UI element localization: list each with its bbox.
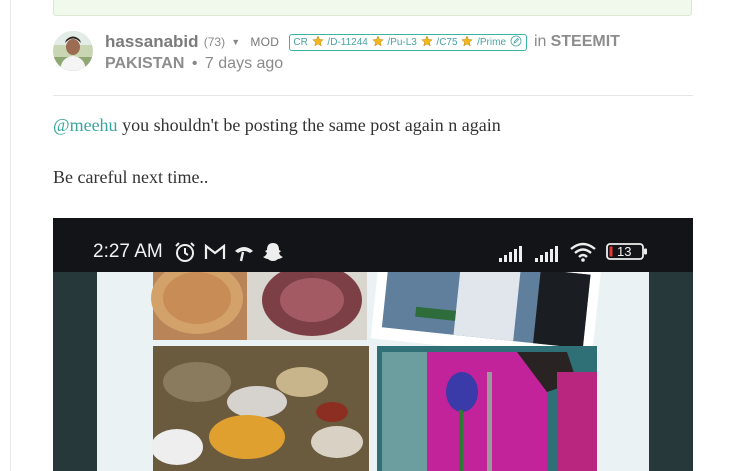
phone-clock: 2:27 AM (93, 241, 163, 262)
battery-icon: 13 (606, 243, 647, 260)
star-icon (461, 34, 474, 46)
comment-paragraph-2: Be careful next time.. (53, 167, 209, 187)
badge-prime: /Prime (477, 36, 507, 48)
mention-link[interactable]: @meehu (53, 115, 118, 135)
comment-header: hassanabid (73) ▼ MOD CR /D-11244 /Pu-L3… (105, 32, 685, 56)
badge-pu: /Pu-L3 (387, 36, 417, 48)
in-label: in (533, 33, 547, 50)
signal-icon (499, 246, 522, 262)
star-icon (420, 34, 433, 46)
star-icon (311, 34, 324, 46)
star-icon (371, 34, 384, 46)
comment-timestamp[interactable]: 7 days ago (205, 55, 283, 72)
author-link[interactable]: hassanabid (105, 32, 199, 51)
role-label: MOD (250, 35, 280, 49)
alarm-icon (175, 242, 195, 262)
avatar[interactable] (53, 31, 93, 71)
community-link-part1[interactable]: STEEMIT (551, 33, 620, 50)
snapchat-icon (263, 243, 283, 261)
comment-paragraph-1: @meehu you shouldn't be posting the same… (53, 115, 501, 136)
signal-icon (535, 246, 558, 262)
embedded-screenshot-image[interactable]: 2:27 AM 13 (53, 218, 693, 471)
photo-collage (97, 248, 649, 471)
paragraph-1-text: you shouldn't be posting the same post a… (117, 115, 501, 135)
author-reputation: (73) (203, 35, 226, 49)
pencil-icon[interactable] (510, 35, 522, 47)
community-link-part2[interactable]: PAKISTAN (105, 55, 184, 72)
comment-header-line2: PAKISTAN • 7 days ago (105, 55, 283, 73)
badge-c: /C75 (436, 36, 458, 48)
wifi-icon (570, 242, 596, 262)
separator-dot: • (191, 55, 198, 72)
badge-cr: CR (293, 36, 308, 48)
previous-notice-box (53, 0, 692, 16)
left-thread-line (10, 0, 11, 471)
phone-status-bar: 2:27 AM 13 (53, 218, 693, 272)
battery-level: 13 (617, 244, 632, 259)
badge-d: /D-11244 (327, 36, 368, 48)
community-title-badge: CR /D-11244 /Pu-L3 /C75 /Prime (289, 33, 527, 51)
gmail-icon (204, 244, 226, 259)
collage-photos (151, 248, 601, 471)
header-divider (53, 95, 693, 96)
caret-down-icon[interactable]: ▼ (231, 37, 240, 47)
call-icon (235, 247, 253, 262)
